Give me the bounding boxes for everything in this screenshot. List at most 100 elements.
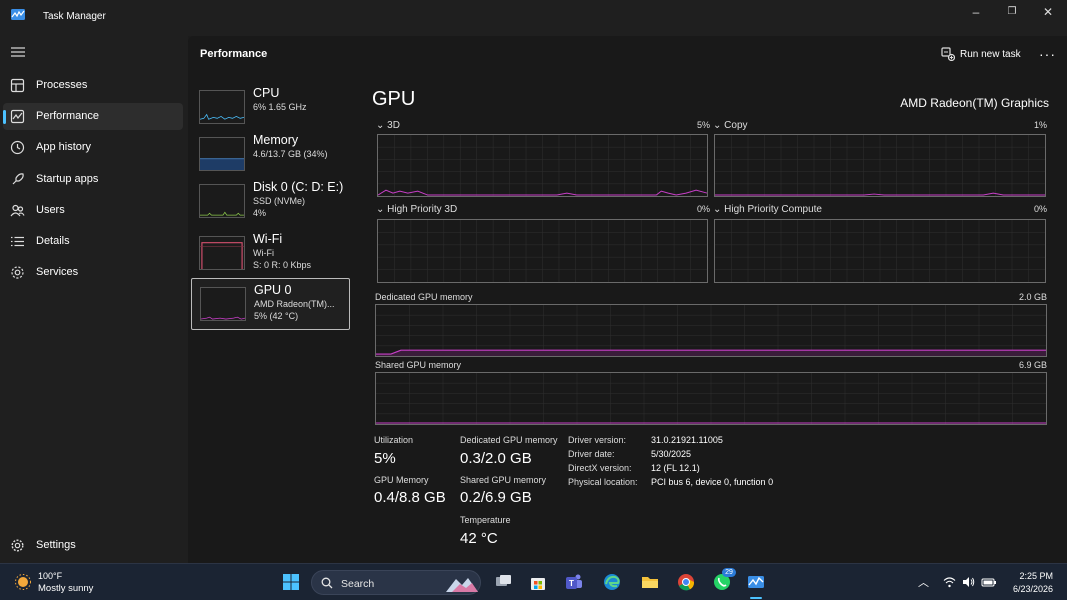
sidebar-item-processes[interactable]: Processes [3,72,183,99]
services-icon [11,266,24,279]
driver-version-value: 31.0.21921.11005 [651,435,723,445]
taskbar-search-box[interactable]: Search [311,570,481,595]
engine-label-text: High Priority 3D [387,204,458,215]
sidebar-item-startup-apps[interactable]: Startup apps [3,166,183,193]
sidebar-item-label: App history [36,141,92,153]
shared-memory-graph [375,372,1047,425]
run-new-task-label: Run new task [960,49,1021,60]
svg-text:T: T [569,579,574,588]
device-item-memory[interactable]: Memory 4.6/13.7 GB (34%) [191,129,350,179]
edge-browser-icon[interactable] [602,572,622,592]
sidebar-item-settings[interactable]: Settings [3,532,183,559]
task-view-icon[interactable] [493,572,513,592]
microsoft-store-icon[interactable] [528,572,548,592]
dedicated-memory-stat-value: 0.3/2.0 GB [460,450,532,467]
file-explorer-icon[interactable] [640,572,660,592]
device-item-disk[interactable]: Disk 0 (C: D: E:) SSD (NVMe) 4% [191,176,350,226]
weather-temperature: 100°F [38,571,63,581]
sidebar-item-services[interactable]: Services [3,259,183,286]
device-name: GPU 0 [254,283,292,297]
engine-hpcompute-percent: 0% [1033,204,1047,214]
device-name: Wi-Fi [253,232,283,246]
device-detail: 5% (42 °C) [254,311,299,321]
driver-date-key: Driver date: [568,449,615,459]
dedicated-memory-graph-label: Dedicated GPU memory [375,292,473,302]
weather-description: Mostly sunny [38,583,94,594]
search-icon [321,577,333,589]
maximize-button[interactable]: ❐ [998,5,1026,19]
task-manager-app-icon [11,9,25,20]
window-title: Task Manager [43,11,106,22]
run-task-icon [941,47,955,61]
device-name: Memory [253,133,299,147]
battery-icon[interactable] [981,576,997,588]
engine-3d-label[interactable]: ⌄ 3D [376,120,400,131]
sidebar-item-performance[interactable]: Performance [3,103,183,130]
device-item-wifi[interactable]: Wi-Fi Wi-Fi S: 0 R: 0 Kbps [191,228,350,278]
device-item-gpu[interactable]: GPU 0 AMD Radeon(TM)... 5% (42 °C) [191,278,350,330]
directx-version-value: 12 (FL 12.1) [651,463,700,473]
sidebar-item-users[interactable]: Users [3,197,183,224]
sidebar-item-label: Processes [36,79,88,91]
volume-icon[interactable] [962,576,975,588]
engine-label-text: 3D [387,120,400,131]
menu-hamburger-icon[interactable] [11,46,25,58]
engine-hp3d-percent: 0% [696,204,710,214]
engine-hpcompute-label[interactable]: ⌄ High Priority Compute [713,204,822,215]
teams-icon[interactable]: T [564,572,584,592]
task-manager-taskbar-icon[interactable] [746,572,766,592]
wifi-icon[interactable] [943,576,956,588]
device-subtitle: SSD (NVMe) [253,196,306,206]
details-icon [11,236,24,247]
gpu-memory-value: 0.4/8.8 GB [374,489,446,506]
driver-date-value: 5/30/2025 [651,449,692,459]
shared-memory-graph-label: Shared GPU memory [375,360,462,370]
title-bar: Task Manager – ❐ ✕ [0,0,1067,36]
more-options-icon[interactable]: ··· [1039,46,1056,62]
active-app-indicator [750,597,762,599]
performance-panel: Performance Run new task ··· CPU 6% 1.65… [188,36,1067,563]
clock-time[interactable]: 2:25 PM [1019,571,1053,581]
sidebar-item-app-history[interactable]: App history [3,134,183,161]
startup-apps-icon [12,173,24,185]
gpu-thumbnail-graph [200,287,246,321]
physical-location-key: Physical location: [568,477,638,487]
shared-memory-max: 6.9 GB [1018,360,1047,370]
device-item-cpu[interactable]: CPU 6% 1.65 GHz [191,82,350,132]
engine-hp3d-label[interactable]: ⌄ High Priority 3D [376,204,457,215]
shared-memory-stat-value: 0.2/6.9 GB [460,489,532,506]
engine-copy-label[interactable]: ⌄ Copy [713,120,748,131]
device-subtitle: 4.6/13.7 GB (34%) [253,149,328,159]
sidebar-item-label: Startup apps [36,173,99,185]
engine-3d-percent: 5% [696,120,710,130]
memory-thumbnail-graph [199,137,245,171]
temperature-label: Temperature [460,515,511,525]
clock-date[interactable]: 6/23/2026 [1013,584,1053,594]
engine-label-text: Copy [724,120,748,131]
engine-copy-graph [714,134,1046,197]
sidebar-item-label: Performance [36,110,99,122]
active-indicator [3,110,6,124]
start-windows-icon[interactable] [281,572,301,592]
close-button[interactable]: ✕ [1034,5,1062,19]
device-name: CPU [253,86,280,100]
chevron-up-icon[interactable]: ︿ [918,574,929,590]
chrome-browser-icon[interactable] [676,572,696,592]
taskbar: 100°F Mostly sunny Search T 29 ︿ 2:25 PM… [0,563,1067,600]
minimize-button[interactable]: – [962,5,990,19]
utilization-value: 5% [374,450,396,467]
gpu-memory-label: GPU Memory [374,475,429,485]
weather-sunny-icon[interactable] [14,573,32,591]
search-label: Search [341,578,375,590]
engine-copy-percent: 1% [1033,120,1047,130]
sidebar-nav: Processes Performance App history Startu… [0,36,188,563]
dedicated-memory-max: 2.0 GB [1018,292,1047,302]
engine-hp3d-graph [377,219,708,283]
device-subtitle: 6% 1.65 GHz [253,102,307,112]
whatsapp-notification-badge: 29 [722,568,736,577]
device-detail: 4% [253,208,267,218]
gpu-title: GPU [372,88,416,110]
engine-hpcompute-graph [714,219,1046,283]
dedicated-memory-stat-label: Dedicated GPU memory [460,435,558,445]
sidebar-item-details[interactable]: Details [3,228,183,255]
